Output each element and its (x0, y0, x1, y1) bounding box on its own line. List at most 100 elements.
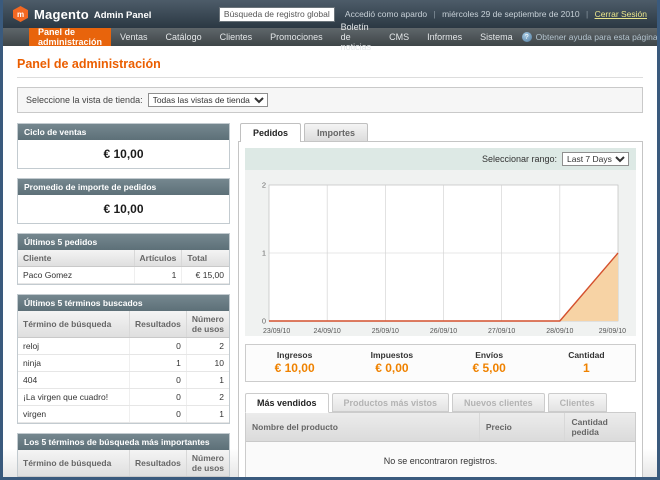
tab-nuevos-clientes[interactable]: Nuevos clientes (452, 393, 545, 412)
table-row: 40401 (18, 372, 229, 389)
svg-text:1: 1 (262, 249, 266, 258)
widget-title: Ciclo de ventas (18, 124, 229, 140)
column-header: Cantidad pedida (565, 413, 635, 442)
tab-productos-más-vistos[interactable]: Productos más vistos (332, 393, 450, 412)
orders-chart: 0 1 2 23/09/10 24/09/10 25/09/10 26/09/10 27/09… (245, 170, 636, 336)
sales-cycle-value: € 10,00 (18, 140, 229, 168)
stat-impuestos: Impuestos€ 0,00 (343, 345, 440, 381)
global-search-input[interactable] (219, 7, 335, 22)
nav-item-sistema[interactable]: Sistema (471, 28, 522, 46)
logo-title: Magento (34, 7, 89, 22)
dashboard-main: PedidosImportes Seleccionar rango: Last … (238, 123, 643, 477)
svg-text:27/09/10: 27/09/10 (488, 328, 515, 335)
nav-item-informes[interactable]: Informes (418, 28, 471, 46)
widget-top-search-terms: Los 5 términos de búsqueda más important… (17, 433, 230, 477)
grid-tabs: Más vendidosProductos más vistosNuevos c… (245, 393, 636, 412)
table-row: ninja110 (18, 477, 229, 478)
title-divider (17, 77, 643, 78)
range-select[interactable]: Last 7 Days (562, 152, 629, 166)
app-window: m Magento Admin Panel Accedió como apard… (0, 0, 660, 480)
store-view-select[interactable]: Todas las vistas de tienda (148, 93, 268, 107)
tab-clientes[interactable]: Clientes (548, 393, 607, 412)
stat-value: € 0,00 (343, 361, 440, 375)
stat-value: € 10,00 (246, 361, 343, 375)
nav-item-promociones[interactable]: Promociones (261, 28, 332, 46)
nav-item-cms[interactable]: CMS (380, 28, 418, 46)
stat-label: Envíos (441, 350, 538, 360)
column-header: Término de búsqueda (18, 311, 130, 338)
svg-text:28/09/10: 28/09/10 (546, 328, 573, 335)
widget-title: Promedio de importe de pedidos (18, 179, 229, 195)
magento-logo-icon: m (13, 6, 28, 22)
totals-bar: Ingresos€ 10,00Impuestos€ 0,00Envíos€ 5,… (245, 344, 636, 382)
nav-item-catálogo[interactable]: Catálogo (157, 28, 211, 46)
tab-más-vendidos[interactable]: Más vendidos (245, 393, 329, 413)
svg-text:23/09/10: 23/09/10 (263, 328, 290, 335)
column-header: Resultados (130, 450, 187, 477)
store-view-bar: Seleccione la vista de tienda: Todas las… (17, 87, 643, 113)
column-header: Número de usos (186, 450, 229, 477)
widget-last-search-terms: Últimos 5 términos buscados Término de b… (17, 294, 230, 424)
table-row: ¡La virgen que cuadro!02 (18, 389, 229, 406)
widget-sales-cycle: Ciclo de ventas € 10,00 (17, 123, 230, 169)
widget-title: Últimos 5 términos buscados (18, 295, 229, 311)
header: m Magento Admin Panel Accedió como apard… (3, 0, 657, 28)
empty-row: No se encontraron registros. (246, 442, 635, 478)
column-header: Resultados (130, 311, 187, 338)
main-nav: Panel de administraciónVentasCatálogoCli… (3, 28, 657, 46)
nav-item-clientes[interactable]: Clientes (211, 28, 262, 46)
header-meta: Accedió como apardo | miércoles 29 de se… (345, 9, 647, 19)
stat-value: 1 (538, 361, 635, 375)
column-header: Nombre del producto (246, 413, 479, 442)
svg-text:26/09/10: 26/09/10 (430, 328, 457, 335)
help-icon: ? (522, 32, 532, 42)
stat-ingresos: Ingresos€ 10,00 (246, 345, 343, 381)
tab-pedidos[interactable]: Pedidos (240, 123, 301, 142)
svg-text:2: 2 (262, 181, 266, 190)
table-row: virgen01 (18, 406, 229, 423)
current-date: miércoles 29 de septiembre de 2010 (442, 9, 580, 19)
nav-item-panel-de-administración[interactable]: Panel de administración (29, 28, 111, 46)
column-header: Término de búsqueda (18, 450, 130, 477)
column-header: Cliente (18, 250, 134, 267)
column-header: Artículos (134, 250, 182, 267)
svg-text:24/09/10: 24/09/10 (314, 328, 341, 335)
stat-envíos: Envíos€ 5,00 (441, 345, 538, 381)
orders-chart-svg: 0 1 2 23/09/10 24/09/10 25/09/10 26/09/10 27/09… (253, 177, 628, 335)
widget-title: Los 5 términos de búsqueda más important… (18, 434, 229, 450)
nav-item-boletín-de-noticias[interactable]: Boletín de noticias (332, 28, 381, 46)
column-header: Precio (479, 413, 565, 442)
top-search-terms-table: Término de búsquedaResultadosNúmero de u… (18, 450, 229, 477)
widget-average-order: Promedio de importe de pedidos € 10,00 (17, 178, 230, 224)
range-label: Seleccionar rango: (482, 154, 557, 164)
last-search-terms-table: Término de búsquedaResultadosNúmero de u… (18, 311, 229, 423)
logged-in-as: Accedió como apardo (345, 9, 427, 19)
table-row: Paco Gomez1€ 15,00 (18, 267, 229, 284)
tab-importes[interactable]: Importes (304, 123, 368, 141)
stat-label: Ingresos (246, 350, 343, 360)
nav-item-ventas[interactable]: Ventas (111, 28, 157, 46)
logo-subtitle: Admin Panel (94, 10, 152, 21)
svg-text:0: 0 (262, 317, 266, 326)
orders-panel: Seleccionar rango: Last 7 Days 0 1 2 23/09/… (238, 141, 643, 477)
table-row: ninja110 (18, 355, 229, 372)
last-orders-table: ClienteArtículosTotal Paco Gomez1€ 15,00 (18, 250, 229, 284)
logout-link[interactable]: Cerrar Sesión (595, 9, 647, 19)
chart-tabs: PedidosImportes (238, 123, 643, 141)
table-row: reloj02 (18, 338, 229, 355)
page-title: Panel de administración (17, 57, 643, 71)
help-link[interactable]: ? Obtener ayuda para esta página (522, 28, 660, 46)
svg-text:25/09/10: 25/09/10 (372, 328, 399, 335)
store-view-label: Seleccione la vista de tienda: (26, 95, 143, 105)
empty-message: No se encontraron registros. (246, 442, 635, 478)
stat-cantidad: Cantidad1 (538, 345, 635, 381)
stat-value: € 5,00 (441, 361, 538, 375)
sidebar-widgets: Ciclo de ventas € 10,00 Promedio de impo… (17, 123, 230, 477)
main-nav-items: Panel de administraciónVentasCatálogoCli… (29, 28, 522, 46)
range-bar: Seleccionar rango: Last 7 Days (245, 148, 636, 170)
widget-last-orders: Últimos 5 pedidos ClienteArtículosTotal … (17, 233, 230, 285)
widget-title: Últimos 5 pedidos (18, 234, 229, 250)
dashboard-content: Panel de administración Seleccione la vi… (3, 46, 657, 477)
column-header: Total (182, 250, 229, 267)
products-grid: Nombre del productoPrecioCantidad pedida… (245, 412, 636, 477)
